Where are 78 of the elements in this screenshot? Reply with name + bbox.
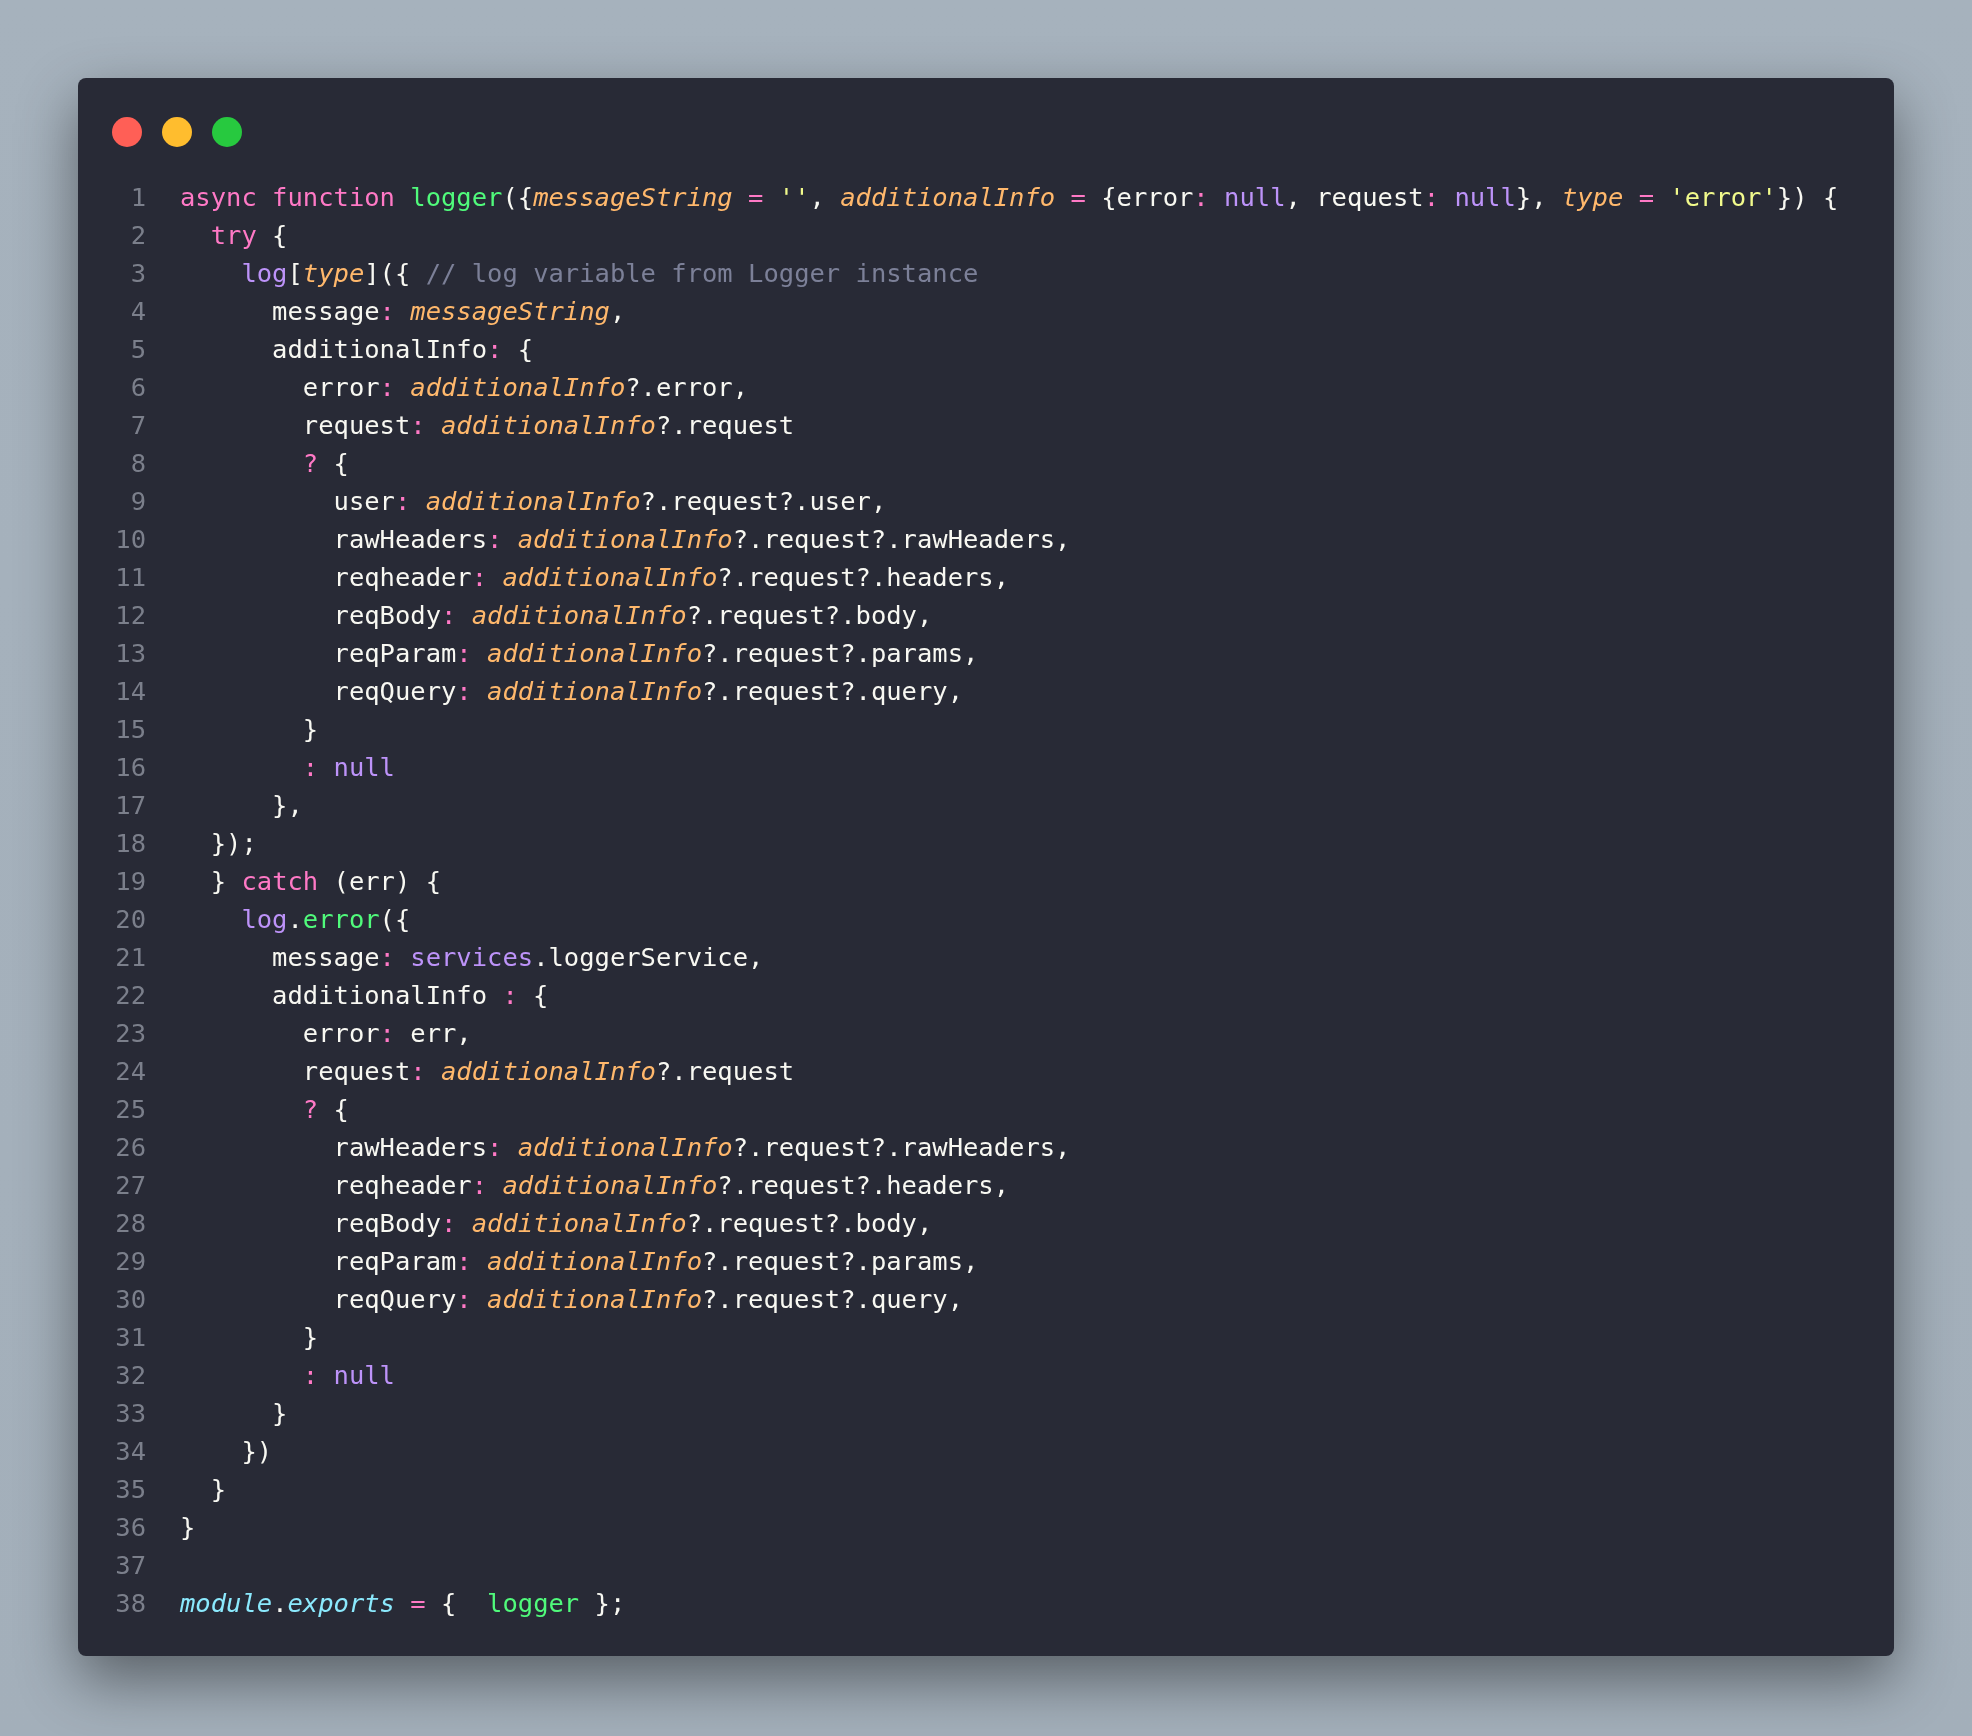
line-number: 14 [114,676,146,706]
line-number: 10 [114,524,146,554]
code-line: user: additionalInfo?.request?.user, [332,486,887,516]
line-number: 26 [114,1132,146,1162]
code-line: error: additionalInfo?.error, [301,372,749,402]
code-line: }, [271,790,303,820]
code-line: reqQuery: additionalInfo?.request?.query, [332,1284,963,1314]
window-close-button[interactable] [112,117,142,147]
line-number: 34 [114,1436,146,1466]
line-number: 18 [114,828,146,858]
code-line: reqheader: additionalInfo?.request?.headers, [332,562,1010,592]
code-line: request: additionalInfo?.request [301,410,795,440]
line-number: 2 [129,220,146,250]
code-line: reqParam: additionalInfo?.request?.params, [332,1246,979,1276]
code-line: ? { [301,448,349,478]
code-line: message: services.loggerService, [271,942,764,972]
code-line: : null [301,752,395,782]
code-line: async function logger({messageString = '', additionalInfo = {error: null, request: null}, type = 'error'}) { [180,182,1839,212]
code-line: error: err, [301,1018,472,1048]
line-number: 16 [114,752,146,782]
line-number: 8 [129,448,146,478]
code-line: } [209,1474,227,1504]
code-line: request: additionalInfo?.request [301,1056,795,1086]
line-number: 6 [129,372,146,402]
line-number: 4 [129,296,146,326]
code-line: reqBody: additionalInfo?.request?.body, [332,1208,933,1238]
line-number: 3 [129,258,146,288]
code-line: }) [240,1436,273,1466]
line-number: 23 [114,1018,146,1048]
line-number: 11 [114,562,146,592]
line-number: 24 [114,1056,146,1086]
code-line: try { [209,220,288,250]
code-line: reqBody: additionalInfo?.request?.body, [332,600,933,630]
code-line: } [271,1398,288,1428]
code-line: } [301,714,319,744]
line-number: 37 [114,1550,146,1580]
line-number: 30 [114,1284,146,1314]
line-number: 9 [129,486,146,516]
code-line: message: messageString, [271,296,626,326]
code-line: reqParam: additionalInfo?.request?.params, [332,638,979,668]
code-line: ? { [301,1094,349,1124]
line-number: 17 [114,790,146,820]
code-line: } catch (err) { [209,866,441,896]
line-number: 25 [114,1094,146,1124]
line-number: 33 [114,1398,146,1428]
line-number: 7 [129,410,146,440]
line-number: 28 [114,1208,146,1238]
line-number: 27 [114,1170,146,1200]
code-line: additionalInfo: { [271,334,534,364]
code-line: log[type]({ // log variable from Logger instance [240,258,979,288]
code-line: module.exports = { logger }; [180,1588,626,1618]
window-minimize-button[interactable] [162,117,192,147]
line-number: 1 [129,182,146,212]
code-line: } [301,1322,319,1352]
line-number: 22 [114,980,146,1010]
line-number: 13 [114,638,146,668]
line-number: 20 [114,904,146,934]
line-number: 15 [114,714,146,744]
code-line: reqQuery: additionalInfo?.request?.query, [332,676,963,706]
line-number: 29 [114,1246,146,1276]
code-line: additionalInfo : { [271,980,549,1010]
code-line: } [180,1512,196,1542]
code-line: rawHeaders: additionalInfo?.request?.rawHeaders, [332,1132,1071,1162]
line-number: 5 [129,334,146,364]
line-number: 32 [114,1360,146,1390]
line-number: 31 [114,1322,146,1352]
line-number: 19 [114,866,146,896]
code-line: reqheader: additionalInfo?.request?.headers, [332,1170,1010,1200]
code-line: log.error({ [240,904,411,934]
code-line: }); [209,828,257,858]
line-number: 36 [114,1512,146,1542]
line-number: 21 [114,942,146,972]
window-maximize-button[interactable] [212,117,242,147]
line-number: 12 [114,600,146,630]
code-line: : null [301,1360,395,1390]
line-number: 38 [114,1588,146,1618]
code-line: rawHeaders: additionalInfo?.request?.rawHeaders, [332,524,1071,554]
line-number: 35 [114,1474,146,1504]
